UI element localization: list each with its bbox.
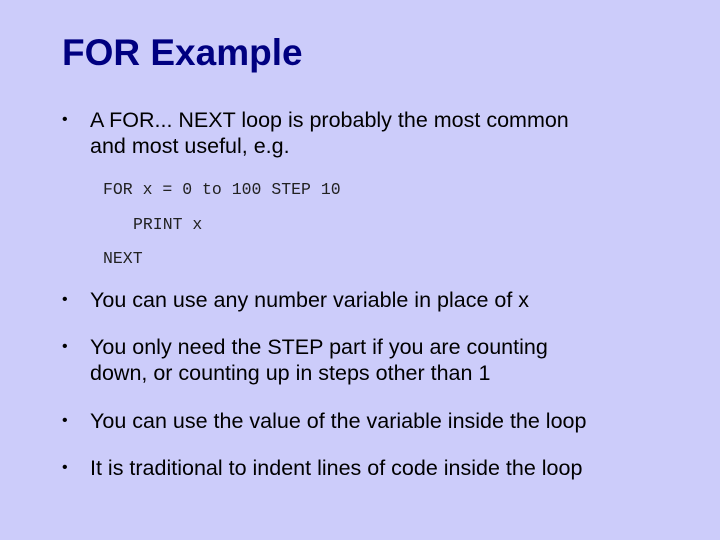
- slide-title: FOR Example: [62, 32, 303, 73]
- bullet-text-line: down, or counting up in steps other than…: [90, 361, 491, 385]
- bullet-item: • A FOR... NEXT loop is probably the mos…: [62, 107, 569, 159]
- bullet-text-line: You can use the value of the variable in…: [90, 409, 587, 433]
- bullet-item: • You can use any number variable in pla…: [62, 287, 529, 313]
- bullet-item: • You can use the value of the variable …: [62, 408, 586, 434]
- bullet-text-line: It is traditional to indent lines of cod…: [90, 456, 583, 480]
- slide: FOR Example • A FOR... NEXT loop is prob…: [0, 0, 720, 540]
- bullet-item: • It is traditional to indent lines of c…: [62, 455, 582, 481]
- code-line-next: NEXT: [103, 249, 143, 268]
- bullet-icon: •: [62, 338, 68, 355]
- bullet-icon: •: [62, 459, 68, 476]
- bullet-item: • You only need the STEP part if you are…: [62, 334, 548, 386]
- bullet-text-line: You only need the STEP part if you are c…: [90, 335, 548, 359]
- bullet-icon: •: [62, 291, 68, 308]
- bullet-text-line: You can use any number variable in place…: [90, 288, 530, 312]
- code-line-for: FOR x = 0 to 100 STEP 10: [103, 180, 341, 199]
- bullet-icon: •: [62, 111, 68, 128]
- bullet-icon: •: [62, 412, 68, 429]
- code-line-print: PRINT x: [133, 215, 203, 234]
- bullet-text-line: and most useful, e.g.: [90, 134, 290, 158]
- bullet-text-line: A FOR... NEXT loop is probably the most …: [90, 108, 569, 132]
